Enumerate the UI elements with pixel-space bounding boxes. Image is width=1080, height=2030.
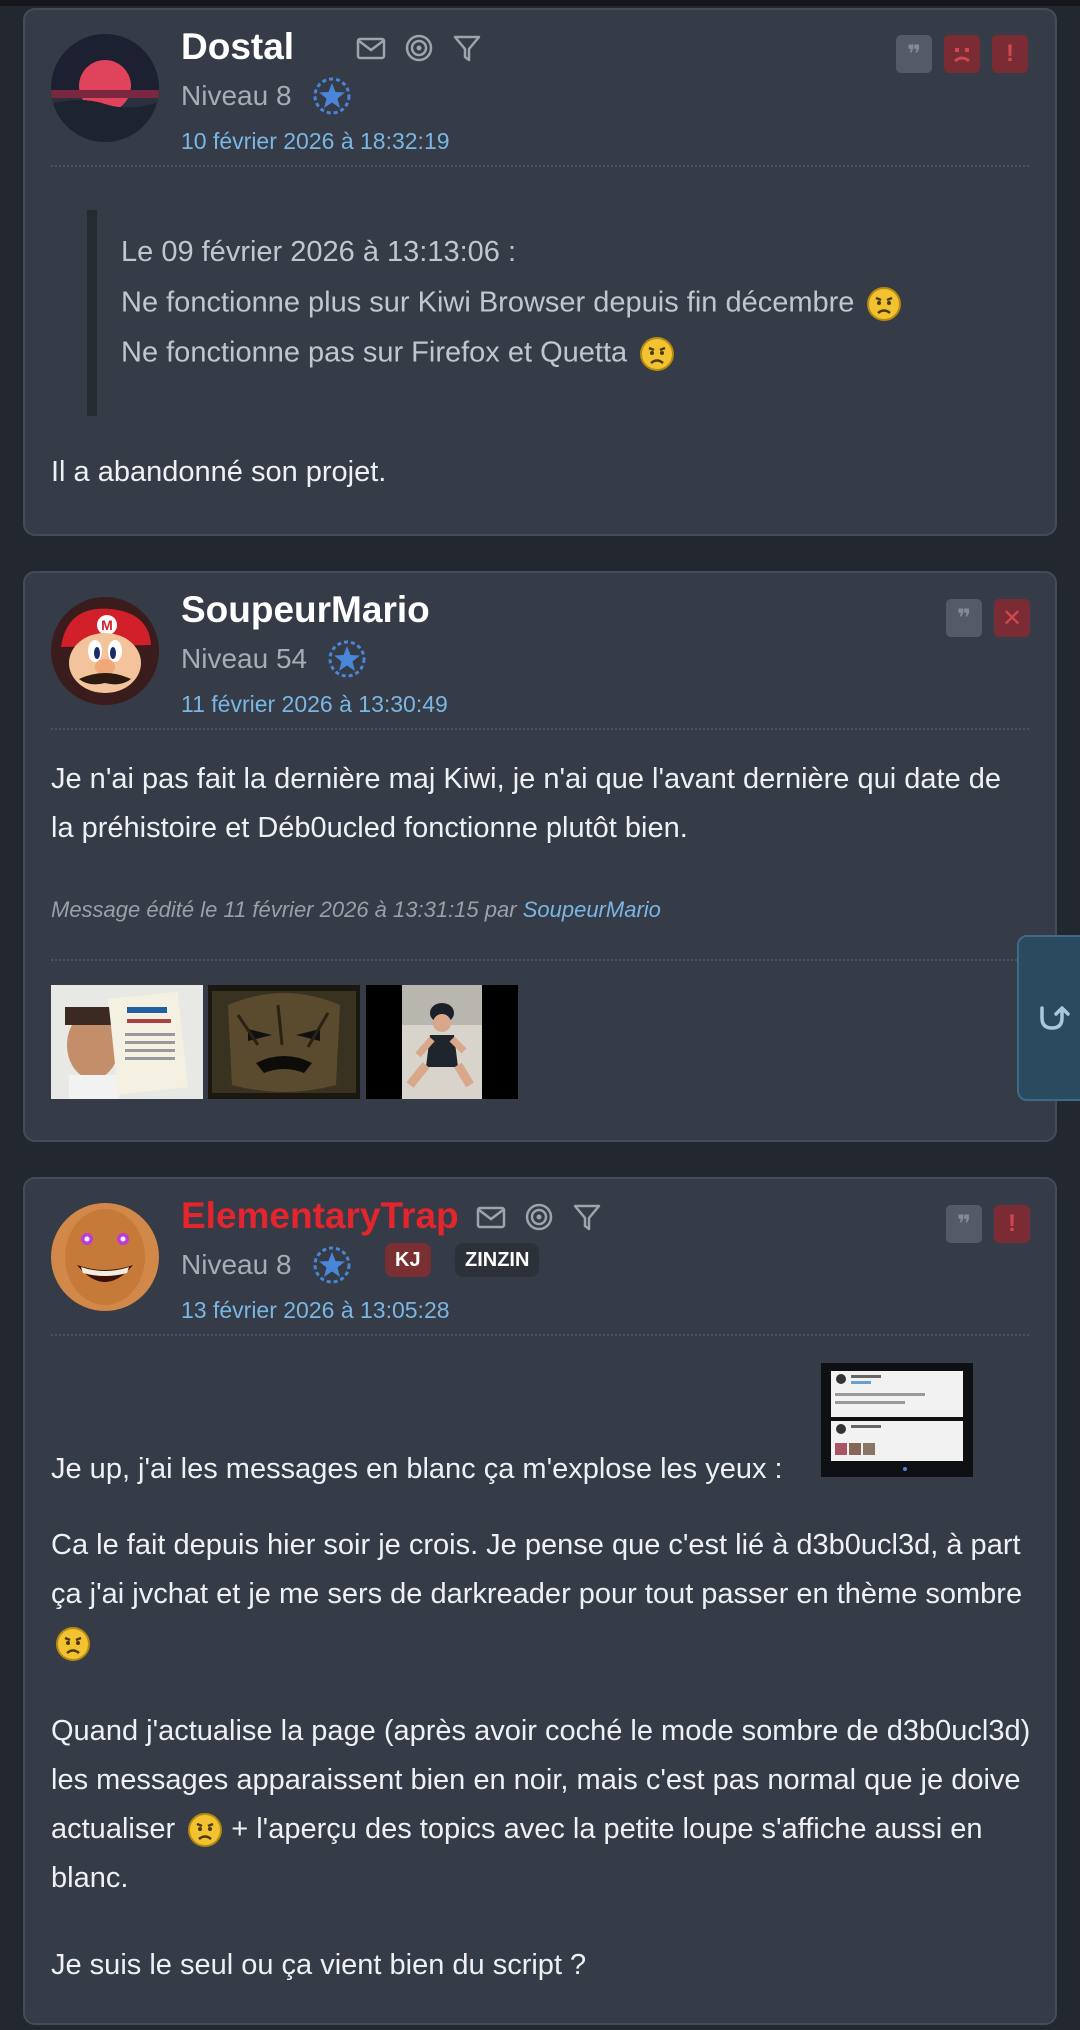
user-badge-zinzin: ZINZIN [455,1243,540,1277]
post-body: Je n'ai pas fait la dernière maj Kiwi, j… [51,763,1002,844]
level-badge-icon [328,640,366,678]
sad-icon [954,48,970,63]
avatar[interactable] [51,34,159,142]
avatar[interactable]: M [51,597,159,705]
quote-block: Le 09 février 2026 à 13:13:06 : Ne fonct… [87,210,1007,416]
author-name[interactable]: SoupeurMario [181,589,430,631]
quote-line: Ne fonctionne pas sur Firefox et Quetta [121,336,675,372]
quote-bar [87,210,97,416]
post-card: Dostal Niveau 8 10 février 2026 à 18:32:… [23,8,1057,536]
post-paragraph: Je suis le seul ou ça vient bien du scri… [51,1949,587,1981]
quote-line: Ne fonctionne plus sur Kiwi Browser depu… [121,286,902,322]
edit-notice-text: Message édité le 11 février 2026 à 13:31… [51,897,517,922]
quote-button[interactable]: ❞ [946,599,982,637]
post-body: Il a abandonné son projet. [51,456,387,488]
avatar[interactable] [51,1203,159,1311]
floating-side-tab[interactable] [1017,935,1080,1101]
post-paragraph: Ca le fait depuis hier soir je crois. Je… [51,1521,1031,1668]
quote-button[interactable]: ❞ [946,1205,982,1243]
divider [51,165,1029,167]
alert-icon: ! [1006,40,1014,67]
post-paragraph: Je up, j'ai les messages en blanc ça m'e… [51,1453,783,1485]
image-thumbnail[interactable] [51,985,203,1099]
post-card: ElementaryTrap Niveau 8 KJ ZINZIN 13 fév… [23,1177,1057,2025]
user-level: Niveau 8 [181,80,292,111]
divider [51,959,1029,961]
quote-icon: ❞ [956,1210,972,1238]
paragraph-text: Ca le fait depuis hier soir je crois. Je… [51,1529,1023,1610]
post-date[interactable]: 13 février 2026 à 13:05:28 [181,1297,450,1324]
divider [51,1334,1029,1336]
image-thumbnail[interactable] [366,985,518,1099]
mail-icon[interactable] [475,1201,507,1233]
worried-emoji-icon [188,1813,223,1848]
report-button[interactable]: ! [994,1205,1030,1243]
image-thumbnail[interactable] [208,985,360,1099]
post-date[interactable]: 11 février 2026 à 13:30:49 [181,691,448,718]
level-badge-icon [313,1246,351,1284]
edit-notice: Message édité le 11 février 2026 à 13:31… [51,897,661,923]
quote-text: Ne fonctionne pas sur Firefox et Quetta [121,336,628,369]
filter-icon[interactable] [451,32,483,64]
svg-text:M: M [101,617,113,633]
user-level: Niveau 8 [181,1249,292,1280]
close-icon: ✕ [1001,604,1023,632]
spiral-icon[interactable] [523,1201,555,1233]
post-date[interactable]: 10 février 2026 à 18:32:19 [181,128,450,155]
quote-button[interactable]: ❞ [896,35,932,73]
divider [51,728,1029,730]
top-bar [0,0,1080,6]
forum-page: Dostal Niveau 8 10 février 2026 à 18:32:… [0,0,1080,2030]
worried-emoji-icon [867,287,902,321]
filter-icon[interactable] [571,1201,603,1233]
user-badge-kj: KJ [385,1243,431,1277]
level-badge-icon [313,77,351,115]
post-paragraph: Quand j'actualise la page (après avoir c… [51,1707,1031,1903]
sad-button[interactable] [944,35,980,73]
spiral-icon[interactable] [403,32,435,64]
report-button[interactable]: ! [992,35,1028,73]
quote-icon: ❞ [956,604,972,632]
back-arrow-icon [1040,1006,1070,1030]
worried-emoji-icon [640,337,675,371]
quote-icon: ❞ [906,40,922,68]
delete-button[interactable]: ✕ [994,599,1030,637]
alert-icon: ! [1008,1210,1016,1237]
author-actions [355,32,483,64]
author-actions [475,1201,603,1233]
post-card: M SoupeurMario Niveau 54 11 février 2026… [23,571,1057,1142]
author-name[interactable]: Dostal [181,26,294,68]
mail-icon[interactable] [355,32,387,64]
quote-header: Le 09 février 2026 à 13:13:06 : [121,236,517,268]
quote-text: Ne fonctionne plus sur Kiwi Browser depu… [121,286,855,319]
author-name[interactable]: ElementaryTrap [181,1195,459,1237]
user-level: Niveau 54 [181,643,308,674]
edit-author-link[interactable]: SoupeurMario [523,897,661,922]
worried-emoji-icon [56,1627,90,1662]
